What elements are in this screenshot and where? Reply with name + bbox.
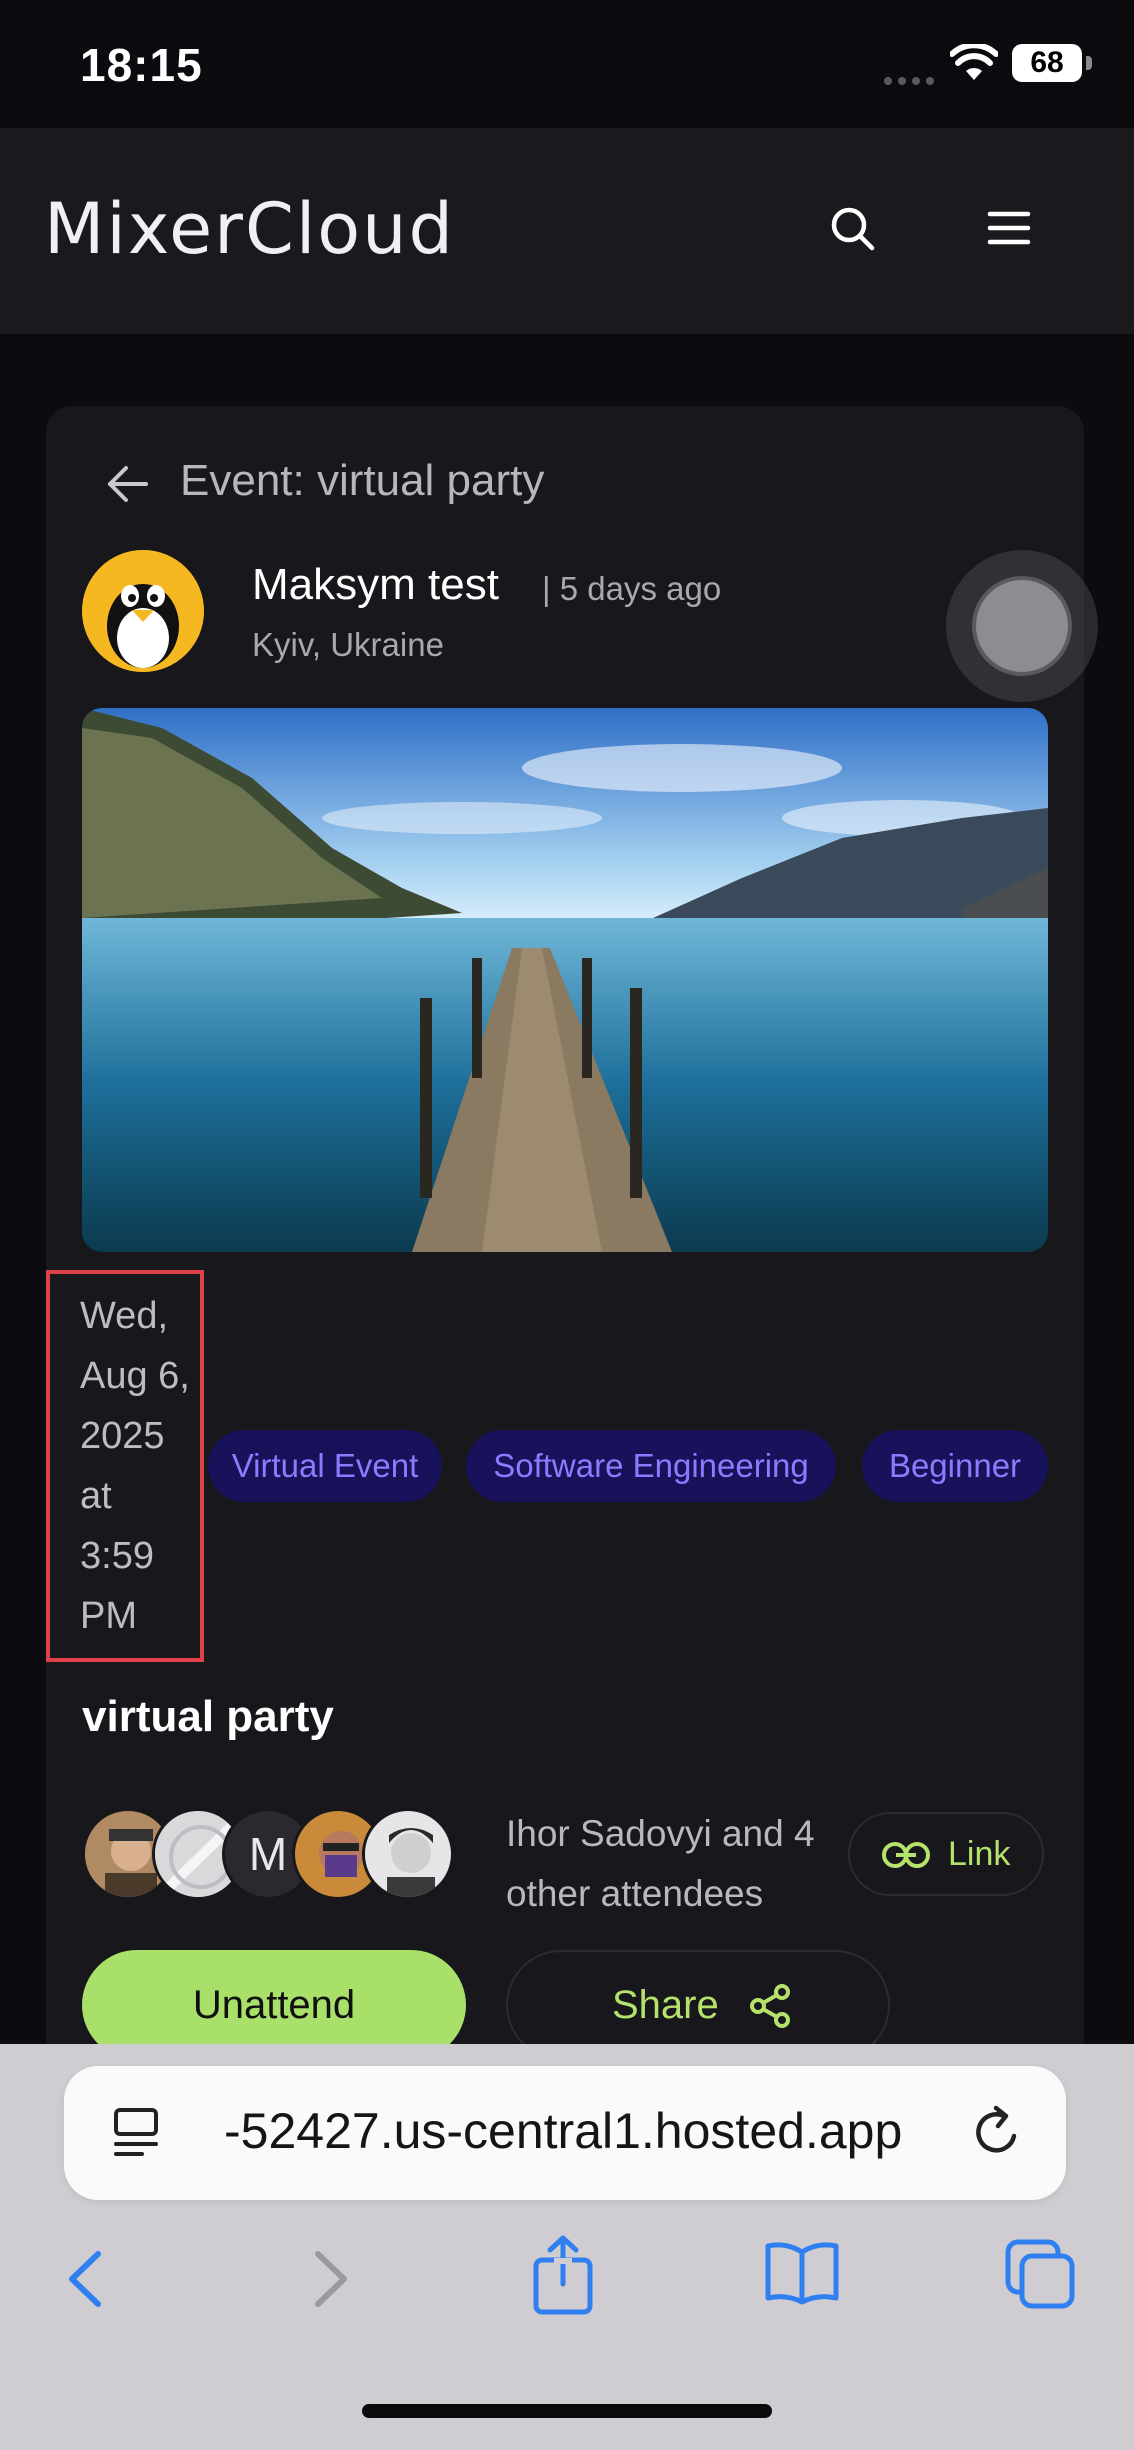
- link-button-label: Link: [948, 1835, 1011, 1873]
- wifi-icon: [950, 44, 998, 80]
- cellular-signal-icon: [884, 72, 940, 90]
- author-avatar[interactable]: [82, 550, 204, 672]
- event-hero-image: [82, 708, 1048, 1252]
- tag-software-engineering[interactable]: Software Engineering: [466, 1430, 836, 1502]
- page-title: Event: virtual party: [180, 456, 545, 505]
- url-bar[interactable]: -52427.us-central1.hosted.app: [64, 2066, 1066, 2200]
- share-sheet-icon[interactable]: [528, 2234, 598, 2318]
- browser-forward-icon[interactable]: [306, 2244, 354, 2314]
- attendee-avatar[interactable]: [362, 1808, 454, 1900]
- link-button[interactable]: Link: [848, 1812, 1044, 1896]
- hamburger-menu-icon[interactable]: [986, 208, 1032, 248]
- posted-time: | 5 days ago: [542, 570, 722, 607]
- floating-assistive-button[interactable]: [946, 550, 1098, 702]
- reader-view-icon[interactable]: [112, 2106, 160, 2158]
- link-icon: [882, 1842, 930, 1868]
- back-arrow-icon[interactable]: [98, 454, 158, 514]
- bookmarks-icon[interactable]: [764, 2240, 840, 2306]
- tag-virtual-event[interactable]: Virtual Event: [208, 1430, 442, 1502]
- battery-indicator: 68: [1012, 44, 1082, 82]
- attendees-summary[interactable]: Ihor Sadovyi and 4 other attendees: [506, 1804, 866, 1924]
- penguin-avatar-icon: [82, 550, 204, 672]
- author-location: Kyiv, Ukraine: [252, 626, 444, 663]
- browser-back-icon[interactable]: [62, 2244, 110, 2314]
- reload-icon[interactable]: [970, 2102, 1026, 2162]
- author-name[interactable]: Maksym test: [252, 560, 499, 610]
- event-card: Event: virtual party Maksym test | 5 day…: [46, 406, 1084, 2106]
- event-date: Wed, Aug 6, 2025 at 3:59 PM: [80, 1295, 190, 1637]
- app-logo[interactable]: MixerCloud: [44, 188, 455, 270]
- status-bar: 18:15 68: [0, 0, 1134, 128]
- app-header: MixerCloud: [0, 128, 1134, 334]
- search-icon[interactable]: [828, 204, 878, 254]
- browser-toolbar: -52427.us-central1.hosted.app: [0, 2044, 1134, 2450]
- status-time: 18:15: [80, 39, 203, 91]
- tag-beginner[interactable]: Beginner: [862, 1430, 1048, 1502]
- battery-tip: [1086, 56, 1092, 70]
- home-indicator: [362, 2404, 772, 2418]
- floating-button-knob: [972, 576, 1072, 676]
- share-icon: [750, 1984, 790, 2028]
- share-button-label: Share: [612, 1983, 719, 2027]
- tabs-icon[interactable]: [1004, 2238, 1076, 2310]
- event-title: virtual party: [82, 1692, 334, 1741]
- url-text: -52427.us-central1.hosted.app: [224, 2103, 903, 2159]
